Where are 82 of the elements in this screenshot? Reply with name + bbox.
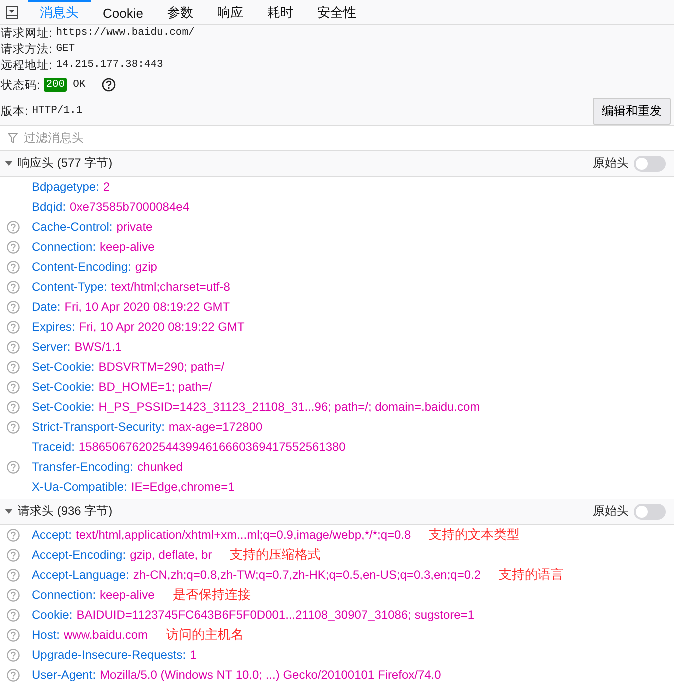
header-value: keep-alive [100, 588, 155, 602]
header-value: Mozilla/5.0 (Windows NT 10.0; ...) Gecko/20100101 Firefox/74.0 [100, 668, 442, 682]
header-name: Strict-Transport-Security: [32, 420, 165, 434]
toggle-label: 原始头 [593, 503, 629, 520]
header-value: max-age=172800 [168, 420, 263, 434]
header-value: private [116, 220, 153, 234]
header-value: 2 [103, 180, 110, 194]
field-value: 14.215.177.38:443 [56, 59, 164, 71]
header-value: BWS/1.1 [74, 340, 122, 354]
field-label: 状态码: [1, 78, 40, 92]
section-header[interactable]: 请求头 (936 字节) 原始头 [0, 499, 674, 525]
annotation-text: 访问的主机名 [166, 626, 244, 644]
header-name: Set-Cookie: [32, 360, 95, 374]
tab[interactable]: 参数 [155, 0, 206, 24]
annotation-text: 支持的语言 [499, 566, 564, 584]
header-value: BAIDUID=1123745FC643B6F5F0D001...21108_30907_31086; sugstore=1 [76, 608, 475, 622]
header-name: Content-Encoding: [32, 260, 132, 274]
tab[interactable]: Cookie [91, 0, 156, 24]
header-name: Accept-Encoding: [32, 548, 126, 562]
section-title: 响应头 (577 字节) [18, 155, 113, 172]
toggle-label: 原始头 [593, 155, 629, 172]
annotation-text: 支持的压缩格式 [230, 546, 322, 564]
header-value: gzip, deflate, br [130, 548, 212, 562]
tab[interactable]: 安全性 [305, 0, 368, 24]
annotation-text: 支持的文本类型 [429, 526, 520, 544]
header-value: text/html,application/xhtml+xm...ml;q=0.9,image/webp,*/*;q=0.8 [76, 528, 412, 542]
header-value: gzip [135, 260, 158, 274]
header-value: Fri, 10 Apr 2020 08:19:22 GMT [64, 300, 230, 314]
field-label: 请求网址: [1, 26, 52, 40]
header-value: text/html;charset=utf-8 [111, 280, 230, 294]
header-name: Server: [32, 340, 71, 354]
header-name: Bdqid: [32, 200, 66, 214]
header-name: Expires: [32, 320, 76, 334]
filter-field[interactable]: 过滤消息头 [22, 130, 674, 146]
field-label: 远程地址: [1, 58, 52, 72]
header-value: keep-alive [100, 240, 155, 254]
header-name: Traceid: [32, 440, 75, 454]
filter-icon [8, 132, 18, 144]
raw-headers-toggle[interactable] [634, 156, 666, 172]
header-name: Connection: [32, 588, 96, 602]
tab[interactable]: 响应 [205, 0, 256, 24]
header-name: Cookie: [32, 608, 73, 622]
annotation-text: 是否保持连接 [172, 586, 251, 604]
field-value: HTTP/1.1 [32, 105, 83, 117]
header-value: chunked [138, 460, 183, 474]
header-name: Connection: [32, 240, 96, 254]
header-name: Set-Cookie: [32, 400, 95, 414]
edit-resend-button[interactable]: 编辑和重发 [593, 98, 671, 124]
panel-toggle-icon[interactable] [6, 6, 18, 18]
header-value: zh-CN,zh;q=0.8,zh-TW;q=0.7,zh-HK;q=0.5,en-US;q=0.3,en;q=0.2 [133, 568, 482, 582]
field-value: https://www.baidu.com/ [56, 27, 195, 39]
header-name: Content-Type: [32, 280, 108, 294]
header-name: Accept-Language: [32, 568, 130, 582]
header-value: 1 [190, 648, 197, 662]
header-value: BDSVRTM=290; path=/ [98, 360, 225, 374]
header-name: Transfer-Encoding: [32, 460, 134, 474]
status-code-badge: 200 [44, 78, 68, 92]
raw-headers-toggle[interactable] [634, 504, 666, 520]
header-value: Fri, 10 Apr 2020 08:19:22 GMT [79, 320, 245, 334]
header-name: Upgrade-Insecure-Requests: [32, 648, 186, 662]
status-text: OK [73, 79, 86, 91]
header-name: User-Agent: [32, 668, 96, 682]
header-name: Host: [32, 628, 60, 642]
header-value: IE=Edge,chrome=1 [131, 480, 235, 494]
header-value: BD_HOME=1; path=/ [98, 380, 212, 394]
section-title: 请求头 (936 字节) [18, 503, 113, 520]
header-name: X-Ua-Compatible: [32, 480, 128, 494]
header-value: www.baidu.com [64, 628, 148, 642]
header-name: Bdpagetype: [32, 180, 100, 194]
header-value: 1586506762025443994616660369417552561380 [78, 440, 346, 454]
field-label: 请求方法: [1, 42, 52, 56]
header-name: Date: [32, 300, 61, 314]
header-name: Accept: [32, 528, 72, 542]
help-icon[interactable] [102, 78, 116, 92]
header-value: 0xe73585b7000084e4 [70, 200, 190, 214]
tab[interactable]: 耗时 [255, 0, 306, 24]
header-value: H_PS_PSSID=1423_31123_21108_31...96; path=/; domain=.baidu.com [98, 400, 480, 414]
field-value: GET [56, 43, 76, 55]
field-label: 版本: [1, 104, 28, 118]
header-name: Set-Cookie: [32, 380, 95, 394]
section-header[interactable]: 响应头 (577 字节) 原始头 [0, 151, 674, 177]
header-name: Cache-Control: [32, 220, 113, 234]
